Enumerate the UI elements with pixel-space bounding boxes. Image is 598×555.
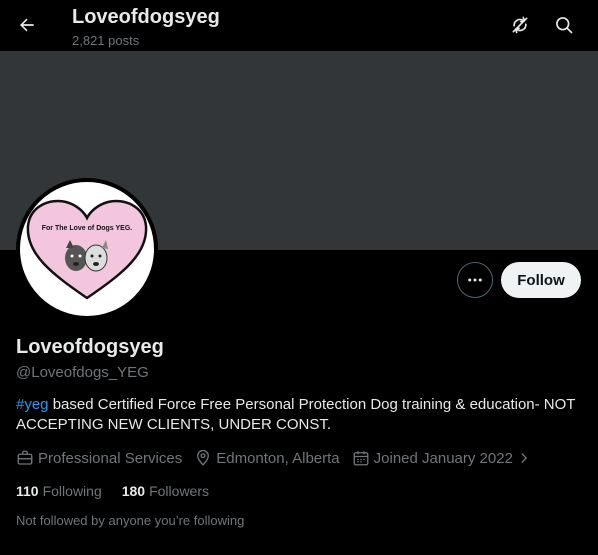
top-bar: Loveofdogsyeg 2,821 posts — [0, 0, 598, 51]
bio-text: based Certified Force Free Personal Prot… — [16, 396, 576, 433]
display-name: Loveofdogsyeg — [16, 336, 164, 358]
followed-by-note: Not followed by anyone you’re following — [16, 513, 245, 528]
follow-stats: 110 Following 180 Followers — [16, 483, 229, 499]
follow-button[interactable]: Follow — [501, 262, 581, 298]
location-text: Edmonton, Alberta — [216, 449, 340, 467]
briefcase-icon — [17, 450, 33, 465]
back-button[interactable] — [10, 8, 44, 42]
refresh-off-icon — [512, 16, 528, 34]
avatar[interactable]: For The Love of Dogs YEG. — [16, 178, 158, 320]
following-count: 110 — [16, 483, 39, 499]
followers-link[interactable]: 180 Followers — [122, 483, 209, 499]
followers-label: Followers — [149, 483, 209, 499]
bio-hashtag-link[interactable]: #yeg — [16, 396, 49, 413]
heart-logo: For The Love of Dogs YEG. — [26, 199, 148, 300]
header-title-block: Loveofdogsyeg 2,821 posts — [72, 5, 220, 48]
followers-count: 180 — [121, 483, 146, 499]
category-item: Professional Services — [16, 449, 182, 467]
chevron-right-icon — [521, 453, 528, 463]
following-label: Following — [42, 483, 102, 499]
profile-bio: #yeg based Certified Force Free Personal… — [16, 395, 582, 435]
refresh-button[interactable] — [503, 8, 537, 42]
search-icon — [556, 17, 573, 34]
user-handle: @Loveofdogs_YEG — [16, 364, 149, 381]
category-text: Professional Services — [38, 449, 183, 467]
posts-count: 2,821 posts — [72, 33, 140, 48]
location-item: Edmonton, Alberta — [194, 449, 340, 467]
logo-text: For The Love of Dogs YEG. — [42, 225, 133, 232]
page-title: Loveofdogsyeg — [72, 6, 220, 28]
calendar-icon — [353, 451, 369, 466]
arrow-left-icon — [20, 18, 34, 32]
profile-meta: Professional Services Edmonton, Alberta … — [16, 447, 547, 469]
more-options-button[interactable] — [457, 262, 493, 298]
following-link[interactable]: 110 Following — [16, 483, 102, 499]
joined-item[interactable]: Joined January 2022 — [352, 449, 535, 467]
location-pin-icon — [197, 449, 210, 466]
search-button[interactable] — [547, 8, 581, 42]
joined-text: Joined January 2022 — [373, 449, 513, 467]
more-icon — [468, 278, 482, 282]
